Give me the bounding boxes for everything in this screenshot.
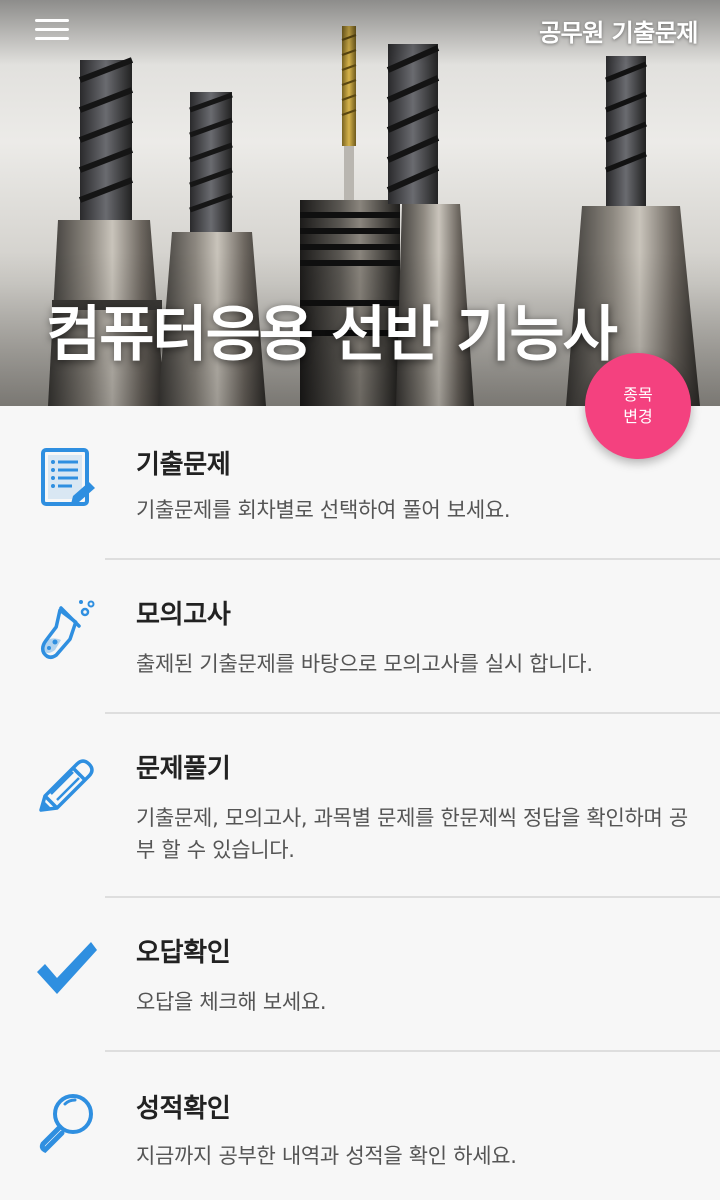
menu-item-mock-exam[interactable]: 모의고사 출제된 기출문제를 바탕으로 모의고사를 실시 합니다. [0,560,720,714]
menu-item-title: 기출문제 [136,450,231,480]
document-list-icon [33,444,101,512]
main-menu-list: 기출문제 기출문제를 회차별로 선택하여 풀어 보세요. 모의고사 출제된 기출… [0,406,720,1200]
hamburger-menu-icon[interactable] [30,14,74,44]
menu-item-description: 기출문제, 모의고사, 과목별 문제를 한문제씩 정답을 확인하며 공부 할 수… [136,806,688,862]
hero-banner: 공무원 기출문제 컴퓨터응용 선반 기능사 [0,0,720,406]
menu-item-title: 성적확인 [136,1094,231,1124]
change-subject-label-line1: 종목 [623,385,653,404]
flask-icon [33,596,101,664]
menu-item-title: 오답확인 [136,938,231,968]
menu-item-grades[interactable]: 성적확인 지금까지 공부한 내역과 성적을 확인 하세요. [0,1052,720,1200]
menu-item-solve-problems[interactable]: 문제풀기 기출문제, 모의고사, 과목별 문제를 한문제씩 정답을 확인하며 공… [0,714,720,898]
subject-title: 컴퓨터응용 선반 기능사 [46,300,618,370]
change-subject-button[interactable]: 종목 변경 [585,353,691,459]
menu-item-description: 지금까지 공부한 내역과 성적을 확인 하세요. [136,1144,517,1168]
menu-item-title: 모의고사 [136,600,231,630]
menu-item-description: 출제된 기출문제를 바탕으로 모의고사를 실시 합니다. [136,652,593,676]
checkmark-icon [33,936,101,1004]
change-subject-label-line2: 변경 [623,407,653,426]
menu-item-description: 오답을 체크해 보세요. [136,990,327,1014]
magnifier-icon [33,1088,101,1156]
app-title: 공무원 기출문제 [539,19,698,47]
menu-item-wrong-answers[interactable]: 오답확인 오답을 체크해 보세요. [0,898,720,1052]
pencil-icon [33,748,101,816]
menu-item-description: 기출문제를 회차별로 선택하여 풀어 보세요. [136,498,511,522]
menu-item-title: 문제풀기 [136,754,231,784]
